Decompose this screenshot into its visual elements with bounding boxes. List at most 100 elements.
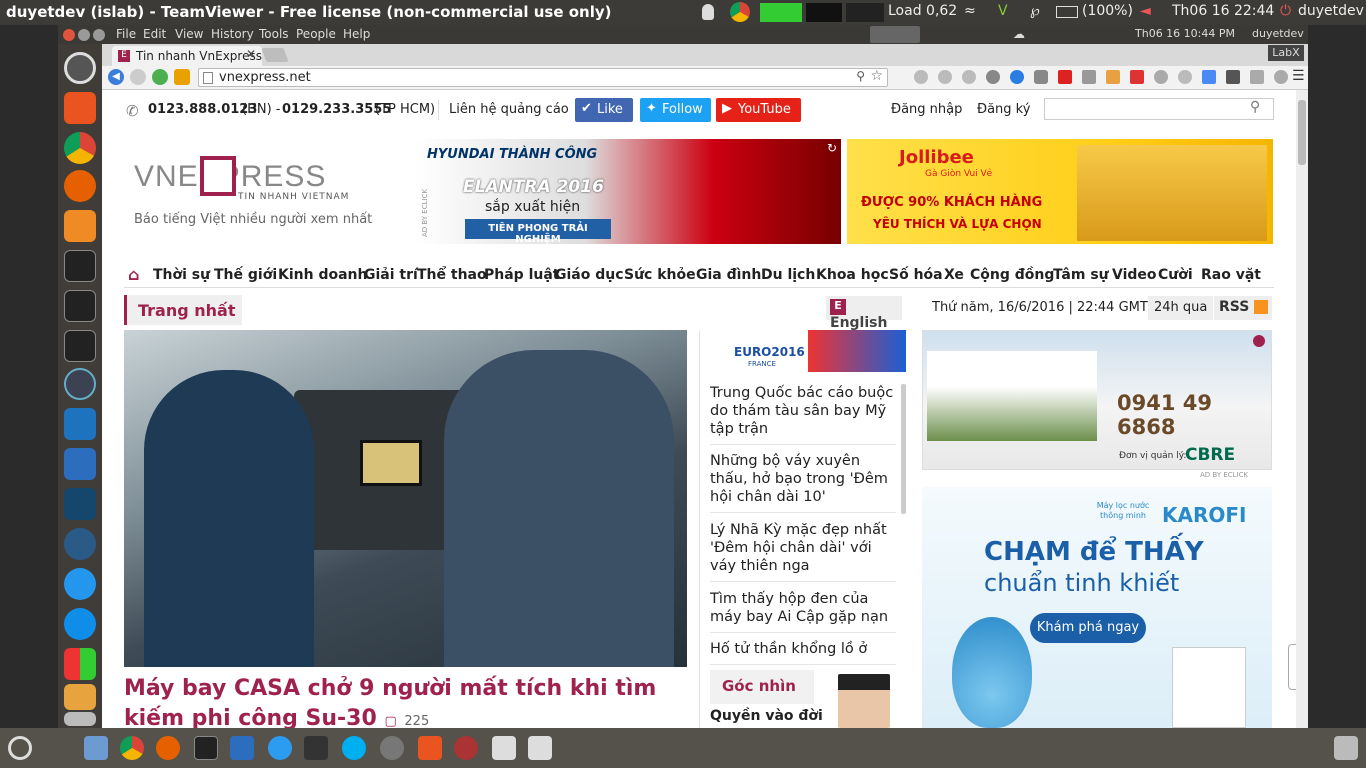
nav-giai-tri[interactable]: Giải trí — [364, 267, 418, 283]
gear-icon[interactable] — [1274, 70, 1288, 84]
nav-the-gioi[interactable]: Thế giới — [214, 267, 277, 283]
nav-so-hoa[interactable]: Số hóa — [889, 267, 943, 283]
nav-tam-su[interactable]: Tâm sự — [1053, 267, 1109, 283]
docker-whale-icon[interactable] — [64, 568, 96, 600]
archive-icon[interactable] — [64, 684, 96, 710]
tab-close-icon[interactable]: ✕ — [246, 47, 256, 61]
trash-icon[interactable] — [1334, 736, 1358, 760]
english-link[interactable]: E English — [826, 296, 902, 331]
bluetooth-icon[interactable]: ℘ — [1030, 3, 1040, 19]
past-24h-link[interactable]: 24h qua — [1148, 296, 1214, 320]
ads-contact-link[interactable]: Liên hệ quảng cáo — [449, 102, 569, 117]
workspace-switcher-icon[interactable] — [64, 648, 96, 680]
vscode-icon[interactable] — [64, 408, 96, 440]
hyundai-cta-button[interactable]: TIÊN PHONG TRẢI NGHIỆM — [465, 219, 611, 245]
nav-video[interactable]: Video — [1112, 267, 1157, 283]
menu-icon[interactable]: ☰ — [1292, 68, 1305, 84]
chrome-icon[interactable] — [730, 2, 750, 22]
camera-icon[interactable] — [1034, 70, 1048, 84]
sync-icon[interactable] — [268, 736, 292, 760]
phone-hn[interactable]: 0123.888.0123 — [148, 102, 257, 117]
menu-history[interactable]: History — [211, 27, 254, 41]
ad-corner-icon[interactable] — [1253, 335, 1265, 347]
extension-icon[interactable] — [1010, 70, 1024, 84]
menu-people[interactable]: People — [296, 27, 336, 41]
menu-file[interactable]: File — [116, 27, 136, 41]
extension-icon[interactable] — [1250, 70, 1264, 84]
trash-icon[interactable] — [64, 712, 96, 726]
refresh-icon[interactable]: ↻ — [827, 141, 837, 155]
nav-giao-duc[interactable]: Giáo dục — [555, 267, 624, 283]
page-scrollbar[interactable] — [1296, 90, 1308, 728]
mixer-icon[interactable] — [64, 448, 96, 480]
home-button[interactable] — [174, 69, 190, 85]
list-item[interactable]: Tìm thấy hộp đen của máy bay Ai Cập gặp … — [710, 590, 896, 633]
side-news-scrollbar[interactable] — [901, 384, 906, 514]
extension-icon[interactable] — [962, 70, 976, 84]
user-name[interactable]: duyetdev — [1298, 3, 1364, 19]
minimize-window-button[interactable] — [78, 29, 90, 41]
nav-kinh-doanh[interactable]: Kinh doanh — [278, 267, 367, 283]
zoom-icon[interactable]: ⚲ — [856, 69, 865, 83]
terminal-icon[interactable] — [64, 290, 96, 322]
inner-user[interactable]: duyetdev — [1252, 27, 1304, 40]
menu-view[interactable]: View — [175, 27, 203, 41]
login-link[interactable]: Đăng nhập — [891, 102, 962, 117]
maps-pin-icon[interactable] — [304, 736, 328, 760]
nav-phap-luat[interactable]: Pháp luật — [484, 267, 559, 283]
menu-edit[interactable]: Edit — [143, 27, 166, 41]
ubuntu-logo-icon[interactable] — [8, 736, 32, 760]
nav-xe[interactable]: Xe — [944, 267, 964, 283]
window-icon[interactable] — [492, 736, 516, 760]
extension-icon[interactable] — [938, 70, 952, 84]
bookmark-star-icon[interactable]: ☆ — [870, 68, 883, 84]
back-button[interactable]: ◀ — [108, 69, 124, 85]
list-item[interactable]: Lý Nhã Kỳ mặc đẹp nhất 'Đêm hội chân dài… — [710, 521, 896, 582]
list-item[interactable]: Những bộ váy xuyên thấu, hở bạo trong 'Đ… — [710, 452, 896, 513]
vuze-icon[interactable]: V — [998, 3, 1008, 19]
wine-icon[interactable] — [454, 736, 478, 760]
extension-icon[interactable] — [1226, 70, 1240, 84]
teamviewer-toolbar-toggle[interactable] — [870, 26, 920, 43]
forward-button[interactable] — [130, 69, 146, 85]
register-link[interactable]: Đăng ký — [977, 102, 1030, 117]
power-icon[interactable]: ⏻ — [1280, 3, 1291, 19]
karofi-cta-button[interactable]: Khám phá ngay — [1030, 613, 1146, 643]
cloud-icon[interactable]: ☁ — [1013, 27, 1025, 41]
extension-icon[interactable] — [1130, 70, 1144, 84]
terminal-icon[interactable] — [64, 330, 96, 362]
system-monitor-icon[interactable] — [64, 528, 96, 560]
list-item[interactable]: Trung Quốc bác cáo buộc do thám tàu sân … — [710, 384, 896, 445]
search-icon[interactable]: ⚲ — [1250, 99, 1260, 115]
close-window-button[interactable] — [63, 29, 75, 41]
euro2016-banner[interactable]: EURO2016 FRANCE — [710, 330, 906, 372]
shield-icon[interactable] — [1082, 70, 1096, 84]
home-icon[interactable]: ⌂ — [128, 265, 139, 284]
teamviewer-icon[interactable] — [64, 608, 96, 640]
atom-icon[interactable] — [64, 368, 96, 400]
terminal-icon[interactable] — [64, 250, 96, 282]
folder-icon[interactable] — [84, 736, 108, 760]
karofi-ad[interactable]: Máy lọc nước thông minh KAROFI CHẠM để T… — [922, 487, 1272, 728]
terminal-icon[interactable] — [194, 736, 218, 760]
section-label[interactable]: Trang nhất — [124, 295, 242, 325]
goc-nhin-box[interactable]: Góc nhìn Quyền vào đời — [710, 670, 906, 728]
firefox-icon[interactable] — [156, 736, 180, 760]
extension-icon[interactable] — [1106, 70, 1120, 84]
headline-link[interactable]: Máy bay CASA chở 9 người mất tích khi tì… — [124, 674, 687, 728]
nav-thoi-su[interactable]: Thời sự — [153, 267, 210, 283]
twitter-follow-button[interactable]: ✦ Follow — [640, 98, 711, 122]
site-logo[interactable]: VNEXPRESS TIN NHANH VIETNAM Báo tiếng Vi… — [134, 156, 384, 230]
home-folder-icon[interactable] — [64, 92, 96, 124]
nav-gia-dinh[interactable]: Gia đình — [696, 267, 761, 283]
list-item[interactable]: Hố tử thần khổng lồ ở — [710, 640, 896, 665]
nav-suc-khoe[interactable]: Sức khỏe — [624, 267, 696, 283]
address-bar[interactable]: vnexpress.net ⚲ ☆ — [198, 68, 888, 87]
chrome-icon[interactable] — [64, 132, 96, 164]
scrollbar-thumb[interactable] — [1298, 100, 1306, 165]
tab-vnexpress[interactable]: E Tin nhanh VnExpress — [112, 46, 262, 66]
rss-link[interactable]: RSS — [1214, 296, 1272, 320]
wifi-icon[interactable]: ≈ — [964, 3, 976, 19]
ubuntu-logo-icon[interactable] — [64, 52, 96, 84]
software-center-icon[interactable] — [64, 210, 96, 242]
